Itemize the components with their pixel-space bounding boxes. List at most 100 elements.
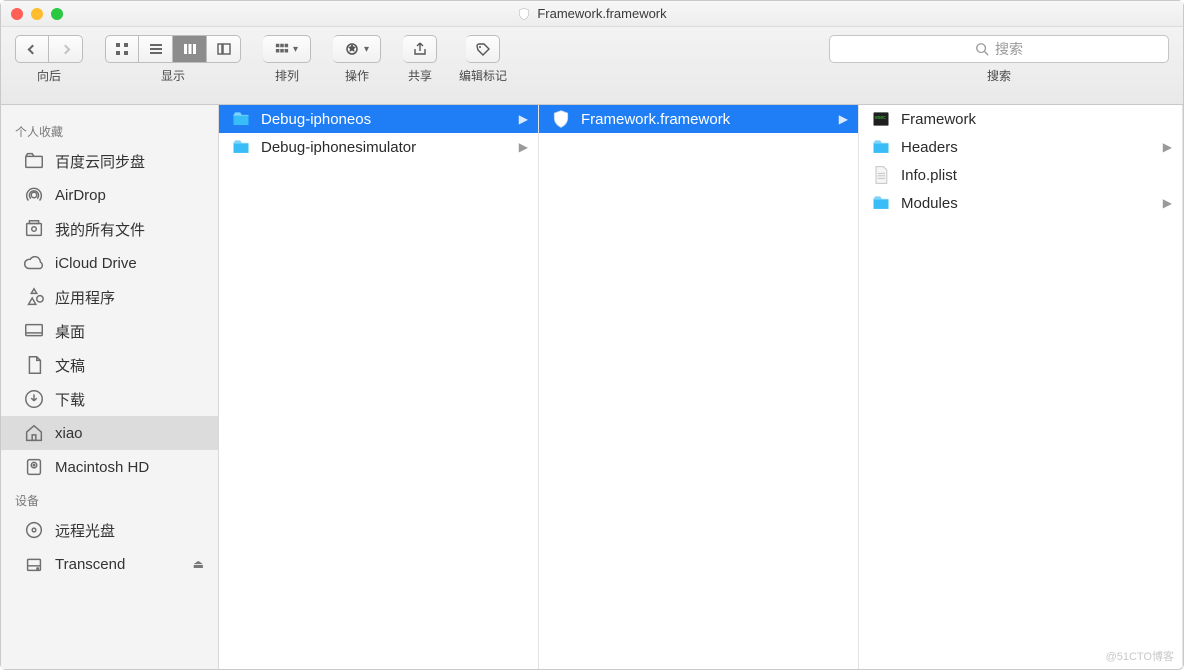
framework-icon xyxy=(517,7,531,21)
airdrop-icon xyxy=(23,184,45,206)
sidebar-item-label: 百度云同步盘 xyxy=(55,151,145,172)
file-row[interactable]: Debug-iphonesimulator ▶ xyxy=(219,133,538,161)
search-input[interactable]: 搜索 xyxy=(829,35,1169,63)
sidebar-section-title: 个人收藏 xyxy=(1,115,218,144)
sidebar-item-label: 桌面 xyxy=(55,321,85,342)
column-view: ▶ ▶ Debug-iphoneos▶Debug-iphonesimulator… xyxy=(219,105,1183,669)
file-row[interactable]: Framework.framework ▶ xyxy=(539,105,858,133)
search-placeholder: 搜索 xyxy=(995,39,1023,59)
view-gallery-button[interactable] xyxy=(207,35,241,63)
tags-label: 编辑标记 xyxy=(459,67,507,84)
view-label: 显示 xyxy=(161,67,185,84)
action-label: 操作 xyxy=(345,67,369,84)
sidebar-item-label: Macintosh HD xyxy=(55,459,149,476)
view-columns-button[interactable] xyxy=(173,35,207,63)
search-group: 搜索 搜索 xyxy=(829,35,1169,84)
chevron-right-icon: ▶ xyxy=(519,112,528,126)
folder-blue-icon xyxy=(871,193,891,213)
search-icon xyxy=(975,42,989,56)
file-name: Headers xyxy=(901,139,958,156)
sidebar-item[interactable]: iCloud Drive xyxy=(1,246,218,280)
sidebar-item[interactable]: Macintosh HD xyxy=(1,450,218,484)
main: 个人收藏百度云同步盘 AirDrop 我的所有文件 iCloud Drive 应用程序桌… xyxy=(1,105,1183,669)
close-button[interactable] xyxy=(11,8,23,20)
arrange-button[interactable]: ▾ xyxy=(263,35,311,63)
folder-blue-icon xyxy=(871,137,891,157)
ext-drive-icon xyxy=(23,553,45,575)
nav-label: 向后 xyxy=(37,67,61,84)
tags-button[interactable] xyxy=(466,35,500,63)
forward-button[interactable] xyxy=(49,35,83,63)
downloads-icon xyxy=(23,388,45,410)
watermark: @51CTO博客 xyxy=(1106,648,1174,664)
sidebar-item[interactable]: 文稿 xyxy=(1,348,218,382)
share-group: 共享 xyxy=(403,35,437,84)
file-row[interactable]: Info.plist xyxy=(859,161,1182,189)
sidebar-item-label: AirDrop xyxy=(55,187,106,204)
chevron-right-icon: ▶ xyxy=(839,112,848,126)
sidebar-item[interactable]: AirDrop xyxy=(1,178,218,212)
eject-icon[interactable]: ⏏ xyxy=(193,557,204,571)
disk-icon xyxy=(23,456,45,478)
exec-icon: exec xyxy=(871,109,891,129)
action-button[interactable]: ▾ xyxy=(333,35,381,63)
back-button[interactable] xyxy=(15,35,49,63)
chevron-right-icon: ▶ xyxy=(519,140,528,154)
plist-icon xyxy=(871,165,891,185)
sidebar-item-label: 我的所有文件 xyxy=(55,219,145,240)
framework-icon xyxy=(551,109,571,129)
sidebar-item[interactable]: xiao xyxy=(1,416,218,450)
allfiles-icon xyxy=(23,218,45,240)
window-controls xyxy=(11,8,63,20)
sidebar-item[interactable]: 桌面 xyxy=(1,314,218,348)
view-list-button[interactable] xyxy=(139,35,173,63)
tags-group: 编辑标记 xyxy=(459,35,507,84)
sidebar-item-label: 远程光盘 xyxy=(55,520,115,541)
desktop-icon xyxy=(23,320,45,342)
sidebar-item-label: xiao xyxy=(55,425,83,442)
file-name: Info.plist xyxy=(901,167,957,184)
sidebar-item[interactable]: 我的所有文件 xyxy=(1,212,218,246)
search-label: 搜索 xyxy=(987,67,1011,84)
titlebar: Framework.framework xyxy=(1,1,1183,27)
sidebar-item[interactable]: 应用程序 xyxy=(1,280,218,314)
file-row[interactable]: Modules▶ xyxy=(859,189,1182,217)
chevron-right-icon: ▶ xyxy=(1163,196,1172,210)
sidebar-item[interactable]: 远程光盘 xyxy=(1,513,218,547)
sidebar: 个人收藏百度云同步盘 AirDrop 我的所有文件 iCloud Drive 应用程序桌… xyxy=(1,105,219,669)
view-icons-button[interactable] xyxy=(105,35,139,63)
cloud-icon xyxy=(23,252,45,274)
column-2[interactable]: Framework.framework ▶ xyxy=(539,105,859,669)
sidebar-item-label: 文稿 xyxy=(55,355,85,376)
file-name: Framework xyxy=(901,111,976,128)
minimize-button[interactable] xyxy=(31,8,43,20)
sidebar-item-label: Transcend xyxy=(55,556,125,573)
sidebar-item-label: 应用程序 xyxy=(55,287,115,308)
column-1[interactable]: ▶ ▶ Debug-iphoneos▶Debug-iphonesimulator… xyxy=(219,105,539,669)
documents-icon xyxy=(23,354,45,376)
file-name: Framework.framework xyxy=(581,111,730,128)
file-name: Debug-iphonesimulator xyxy=(261,139,416,156)
window-title-text: Framework.framework xyxy=(537,6,666,21)
file-row[interactable]: Headers▶ xyxy=(859,133,1182,161)
arrange-label: 排列 xyxy=(275,67,299,84)
sidebar-item[interactable]: Transcend ⏏ xyxy=(1,547,218,581)
window-title: Framework.framework xyxy=(1,6,1183,21)
sidebar-section-title: 设备 xyxy=(1,484,218,513)
folder-blue-icon xyxy=(231,109,251,129)
folder-blue-icon xyxy=(231,137,251,157)
column-3[interactable]: execFrameworkHeaders▶Info.plistModules▶ xyxy=(859,105,1183,669)
sidebar-item[interactable]: 百度云同步盘 xyxy=(1,144,218,178)
file-row[interactable]: Debug-iphoneos▶ xyxy=(219,105,538,133)
arrange-group: ▾ 排列 xyxy=(263,35,311,84)
view-group: 显示 xyxy=(105,35,241,84)
svg-text:exec: exec xyxy=(875,115,886,121)
sidebar-item-label: 下载 xyxy=(55,389,85,410)
share-button[interactable] xyxy=(403,35,437,63)
file-row[interactable]: exec Framework xyxy=(859,105,1182,133)
sidebar-item[interactable]: 下载 xyxy=(1,382,218,416)
sidebar-item-label: iCloud Drive xyxy=(55,255,137,272)
home-icon xyxy=(23,422,45,444)
apps-icon xyxy=(23,286,45,308)
zoom-button[interactable] xyxy=(51,8,63,20)
